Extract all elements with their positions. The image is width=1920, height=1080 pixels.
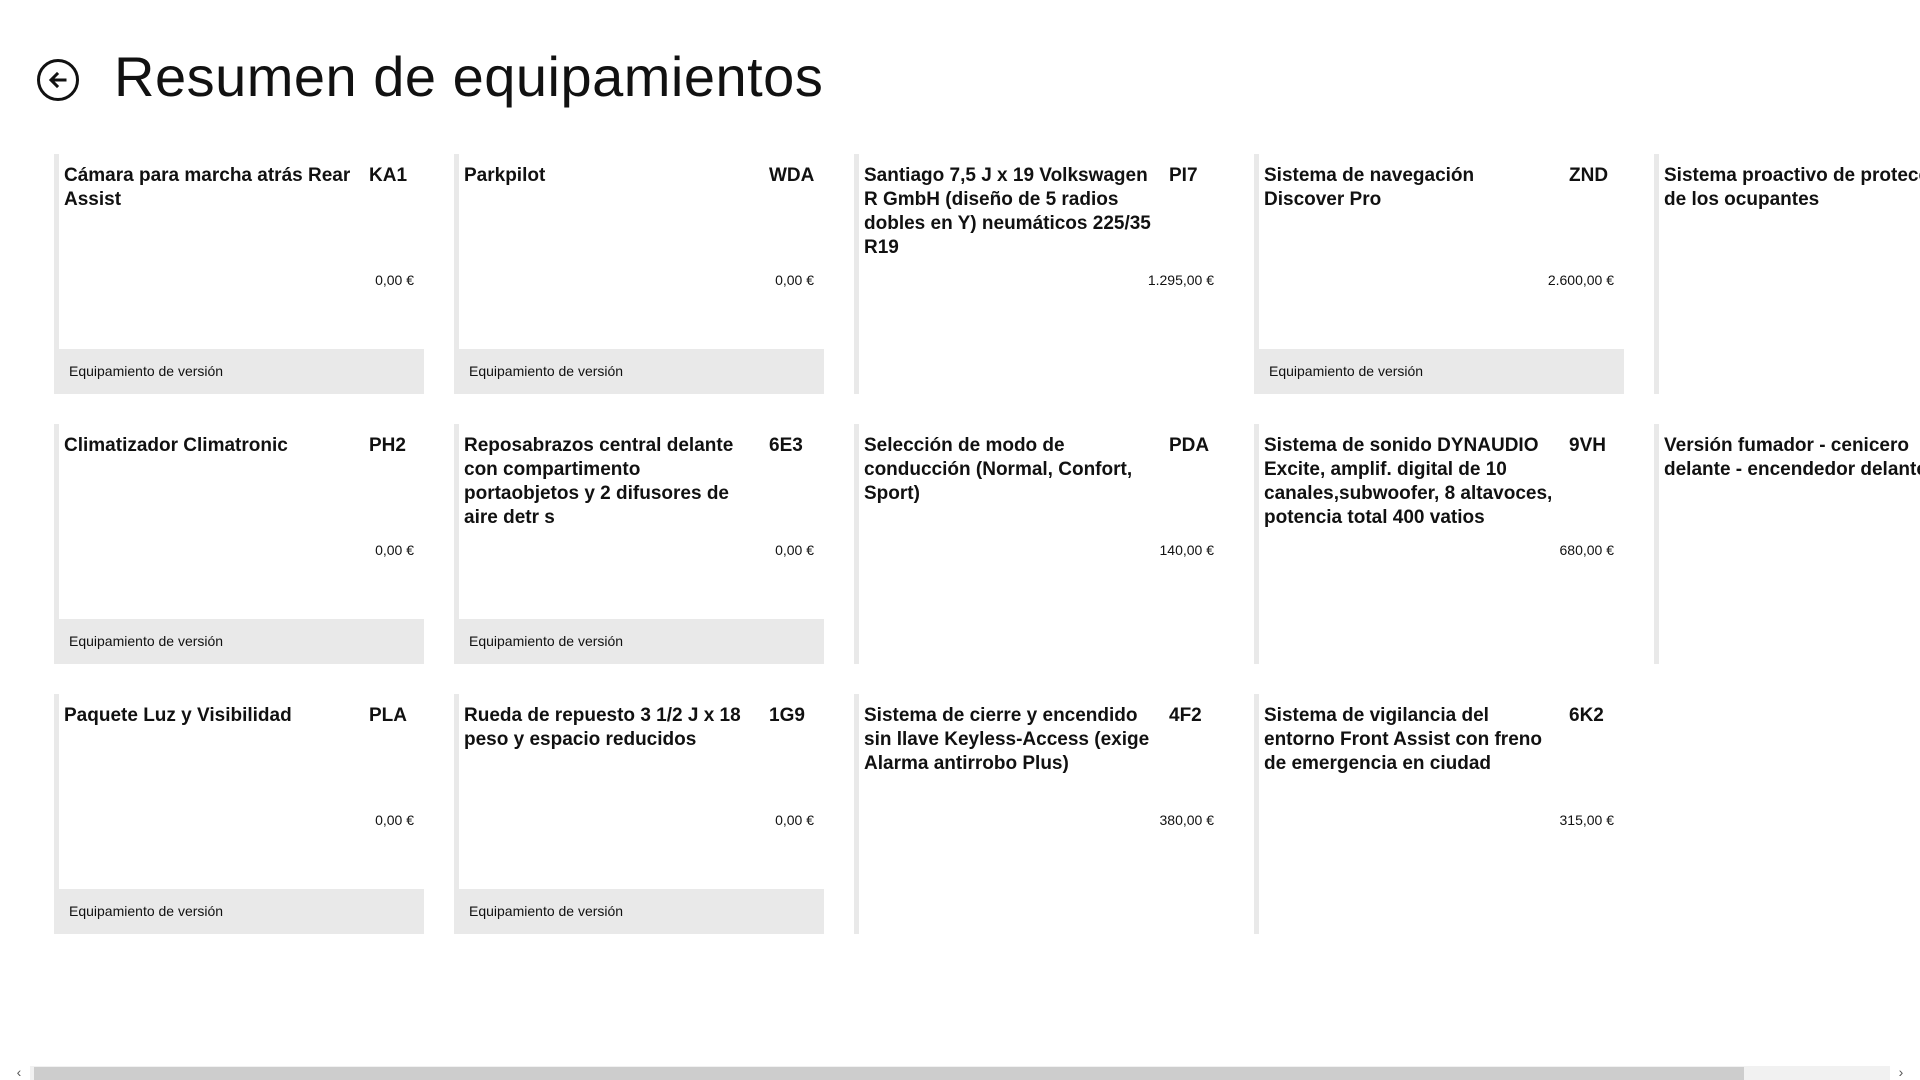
equipment-code: WDA [769,165,815,186]
equipment-tag: Equipamiento de versión [459,349,824,394]
equipment-tag: Equipamiento de versión [459,889,824,934]
equipment-price: 0,00 € [775,812,814,828]
equipment-name: Sistema de sonido DYNAUDIO Excite, ampli… [1264,435,1553,528]
equipment-name: Paquete Luz y Visibilidad [64,705,292,726]
equipment-name: Parkpilot [464,165,546,186]
equipment-code: PH2 [369,435,406,456]
equipment-tile[interactable]: Sistema proactivo de protecci de los ocu… [1654,154,1920,394]
equipment-tile[interactable]: Cámara para marcha atrás Rear Assist KA1 0… [54,154,424,394]
page-title: Resumen de equipamientos [114,45,824,108]
equipment-tag: Equipamiento de versión [1259,349,1624,394]
equipment-price: 315,00 € [1559,812,1615,828]
equipment-name: Versión fumador - cenicero delante - enc… [1664,435,1920,480]
equipment-code: KA1 [369,165,408,186]
equipment-tile[interactable]: Reposabrazos central delante con compart… [454,424,824,664]
equipment-code: ZND [1569,165,1609,186]
equipment-tile[interactable]: Parkpilot WDA 0,00 € Equipamiento de versió… [454,154,824,394]
equipment-price: 0,00 € [375,542,414,558]
equipment-price: 140,00 € [1159,542,1215,558]
equipment-name: Santiago 7,5 J x 19 Volkswagen R GmbH (d… [864,165,1151,258]
back-button[interactable] [37,59,79,101]
equipment-name: Climatizador Climatronic [64,435,288,456]
equipment-price: 680,00 € [1559,542,1615,558]
equipment-tile[interactable]: Rueda de repuesto 3 1/2 J x 18 peso y es… [454,694,824,934]
equipment-tag: Equipamiento de versión [459,619,824,664]
equipment-code: 4F2 [1169,705,1202,726]
equipment-price: 380,00 € [1159,812,1215,828]
scroll-thumb[interactable] [34,1067,1744,1080]
equipment-tile[interactable]: Climatizador Climatronic PH2 0,00 € Equipam… [54,424,424,664]
equipment-name: Rueda de repuesto 3 1/2 J x 18 peso y es… [464,705,741,750]
equipment-tile[interactable]: Sistema de sonido DYNAUDIO Excite, ampli… [1254,424,1624,664]
equipment-tile[interactable]: Sistema de vigilancia del entorno Front … [1254,694,1624,934]
equipment-tag: Equipamiento de versión [59,889,424,934]
equipment-name: Sistema proactivo de protecci de los ocu… [1664,165,1920,210]
equipment-price: 0,00 € [775,272,814,288]
equipment-summary-page: Resumen de equipamientos Cámara para mar… [0,0,1920,1080]
equipment-name: Sistema de navegación Discover Pro [1264,165,1475,210]
equipment-name: Sistema de vigilancia del entorno Front … [1264,705,1542,774]
equipment-tile[interactable]: Sistema de navegación Discover Pro ZND 2.6… [1254,154,1624,394]
equipment-tag: Equipamiento de versión [59,619,424,664]
arrow-left-icon [48,71,67,89]
equipment-code: PI7 [1169,165,1198,186]
equipment-code: 6E3 [769,435,803,456]
horizontal-scrollbar[interactable]: ‹ › [0,1062,1920,1080]
equipment-tile[interactable]: Versión fumador - cenicero delante - enc… [1654,424,1920,664]
equipment-price: 0,00 € [775,542,814,558]
equipment-tile[interactable]: Santiago 7,5 J x 19 Volkswagen R GmbH (d… [854,154,1224,394]
equipment-name: Selección de modo de conducción (Normal,… [864,435,1133,504]
equipment-tag: Equipamiento de versión [59,349,424,394]
equipment-tile[interactable]: Sistema de cierre y encendido sin llave … [854,694,1224,934]
equipment-name: Reposabrazos central delante con compart… [464,435,734,528]
equipment-tile[interactable]: Paquete Luz y Visibilidad PLA 0,00 € Equipa… [54,694,424,934]
scroll-right-arrow-icon[interactable]: › [1892,1064,1910,1080]
equipment-price: 0,00 € [375,272,414,288]
equipment-tile[interactable]: Selección de modo de conducción (Normal,… [854,424,1224,664]
equipment-price: 1.295,00 € [1147,272,1214,288]
equipment-name: Cámara para marcha atrás Rear Assist [64,165,351,210]
equipment-code: 9VH [1569,435,1606,456]
equipment-code: 6K2 [1569,705,1604,726]
equipment-code: 1G9 [769,705,805,726]
equipment-name: Sistema de cierre y encendido sin llave … [864,705,1150,774]
scroll-left-arrow-icon[interactable]: ‹ [10,1064,28,1080]
equipment-price: 0,00 € [375,812,414,828]
equipment-price: 2.600,00 € [1547,272,1614,288]
equipment-code: PDA [1169,435,1210,456]
equipment-code: PLA [369,705,407,726]
